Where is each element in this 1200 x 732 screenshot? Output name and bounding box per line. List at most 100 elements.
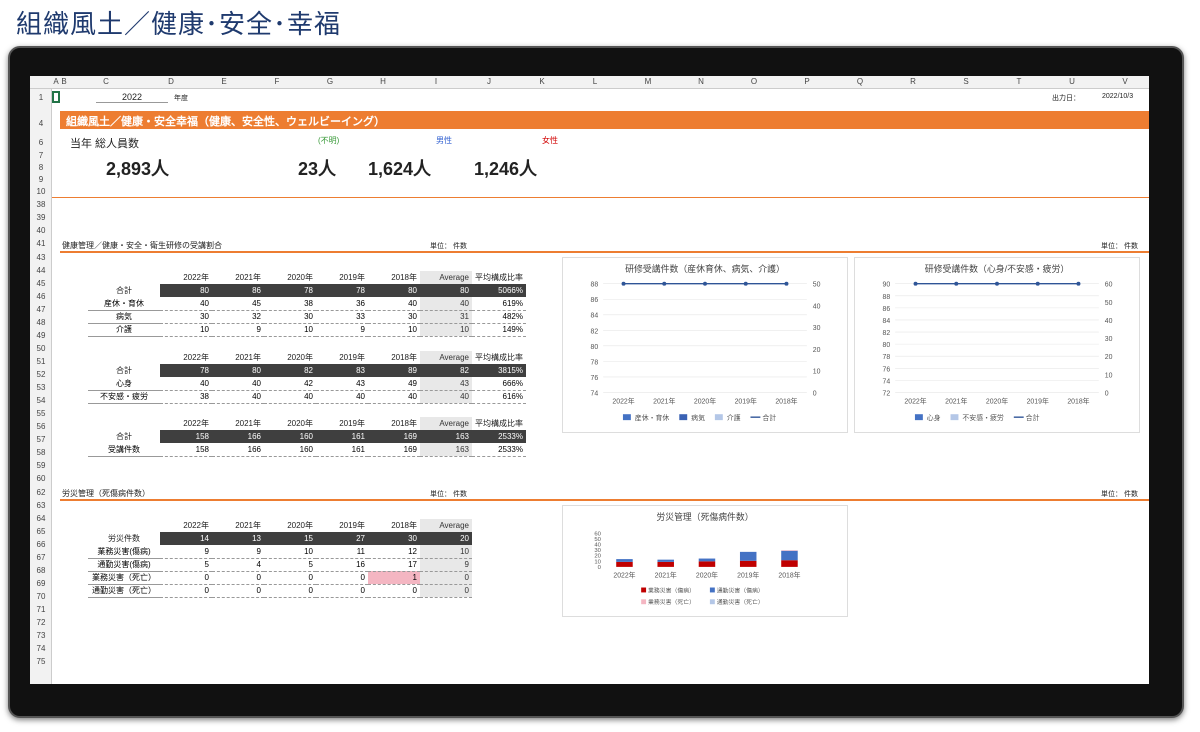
table-cell[interactable]: 0 <box>368 584 420 598</box>
table-cell[interactable]: 158 <box>160 443 212 457</box>
table-cell[interactable]: 163 <box>420 443 472 457</box>
table-cell[interactable]: 32 <box>212 310 264 324</box>
table-cell[interactable]: 83 <box>316 364 368 377</box>
table-cell[interactable]: 36 <box>316 297 368 311</box>
table-cell[interactable]: 40 <box>160 297 212 311</box>
row-header-9[interactable]: 9 <box>30 175 52 184</box>
table-cell[interactable]: 80 <box>160 284 212 297</box>
row-header-43[interactable]: 43 <box>30 253 52 262</box>
table-cell[interactable]: 33 <box>316 310 368 324</box>
table-cell[interactable]: 80 <box>420 284 472 297</box>
table-cell[interactable]: 10 <box>160 323 212 337</box>
table-cell[interactable]: 86 <box>212 284 264 297</box>
selected-cell[interactable] <box>52 91 60 103</box>
table-cell[interactable]: 163 <box>420 430 472 443</box>
table-cell[interactable]: 40 <box>368 297 420 311</box>
table-cell[interactable]: 0 <box>160 571 212 585</box>
table-cell[interactable]: 0 <box>264 584 316 598</box>
row-header-52[interactable]: 52 <box>30 370 52 379</box>
table-cell[interactable]: 43 <box>316 377 368 391</box>
table-cell[interactable]: 12 <box>368 545 420 559</box>
table-cell[interactable]: 89 <box>368 364 420 377</box>
row-header-64[interactable]: 64 <box>30 514 52 523</box>
row-header-39[interactable]: 39 <box>30 213 52 222</box>
table-cell[interactable]: 14 <box>160 532 212 545</box>
table-cell[interactable]: 78 <box>160 364 212 377</box>
table-cell[interactable]: 82 <box>420 364 472 377</box>
table-cell[interactable]: 10 <box>264 545 316 559</box>
table-cell[interactable]: 0 <box>160 584 212 598</box>
table-cell[interactable]: 9 <box>212 323 264 337</box>
row-header-68[interactable]: 68 <box>30 566 52 575</box>
chart-accident[interactable]: 労災管理（死傷病件数） 0 10 20 30 40 50 60 2022年 2021年 2020年 2… <box>562 505 848 617</box>
row-header-63[interactable]: 63 <box>30 501 52 510</box>
column-header-S[interactable]: S <box>940 77 992 86</box>
table-cell[interactable]: 2533% <box>472 430 526 443</box>
column-header-N[interactable]: N <box>674 77 728 86</box>
table-cell[interactable]: 49 <box>368 377 420 391</box>
table-cell[interactable]: 40 <box>212 390 264 404</box>
row-header-67[interactable]: 67 <box>30 553 52 562</box>
table-cell[interactable]: 27 <box>316 532 368 545</box>
table-cell[interactable]: 0 <box>420 571 472 585</box>
row-header-6[interactable]: 6 <box>30 138 52 147</box>
row-header-72[interactable]: 72 <box>30 618 52 627</box>
chart-training-2[interactable]: 研修受講件数（心身/不安感・疲労） 72 74 76 78 80 82 84 86 88 90 0 10… <box>854 257 1140 433</box>
table-cell[interactable]: 40 <box>368 390 420 404</box>
table-cell[interactable]: 161 <box>316 443 368 457</box>
table-cell[interactable]: 20 <box>420 532 472 545</box>
column-header-K[interactable]: K <box>516 77 568 86</box>
table-cell[interactable]: 78 <box>264 284 316 297</box>
table-cell[interactable]: 160 <box>264 443 316 457</box>
column-header-D[interactable]: D <box>144 77 198 86</box>
column-header-Q[interactable]: Q <box>834 77 886 86</box>
table-cell[interactable]: 42 <box>264 377 316 391</box>
row-header-55[interactable]: 55 <box>30 409 52 418</box>
table-cell[interactable]: 30 <box>160 310 212 324</box>
row-header-58[interactable]: 58 <box>30 448 52 457</box>
table-cell[interactable]: 40 <box>420 390 472 404</box>
table-cell[interactable]: 16 <box>316 558 368 572</box>
row-header-69[interactable]: 69 <box>30 579 52 588</box>
row-header-60[interactable]: 60 <box>30 474 52 483</box>
table-cell[interactable]: 82 <box>264 364 316 377</box>
column-header-L[interactable]: L <box>568 77 622 86</box>
table-cell[interactable]: 13 <box>212 532 264 545</box>
table-cell[interactable]: 78 <box>316 284 368 297</box>
table-cell[interactable]: 0 <box>264 571 316 585</box>
row-header-51[interactable]: 51 <box>30 357 52 366</box>
row-header-4[interactable]: 4 <box>30 119 52 128</box>
spreadsheet[interactable]: ABCDEFGHIJKLMNOPQRSTUVW 1467891038394041… <box>30 76 1149 684</box>
table-cell[interactable]: 80 <box>368 284 420 297</box>
table-cell[interactable]: 5 <box>264 558 316 572</box>
table-cell[interactable]: 0 <box>420 584 472 598</box>
row-header-1[interactable]: 1 <box>30 93 52 102</box>
row-header-56[interactable]: 56 <box>30 422 52 431</box>
table-cell[interactable]: 40 <box>420 297 472 311</box>
table-cell[interactable]: 4 <box>212 558 264 572</box>
table-cell[interactable]: 43 <box>420 377 472 391</box>
column-header-F[interactable]: F <box>250 77 304 86</box>
column-header-E[interactable]: E <box>198 77 250 86</box>
table-cell[interactable]: 666% <box>472 377 526 391</box>
row-header-7[interactable]: 7 <box>30 151 52 160</box>
table-cell[interactable]: 30 <box>368 310 420 324</box>
table-cell[interactable]: 0 <box>212 584 264 598</box>
table-cell[interactable]: 158 <box>160 430 212 443</box>
column-header-A[interactable]: A <box>52 77 60 86</box>
row-header-59[interactable]: 59 <box>30 461 52 470</box>
table-cell[interactable]: 30 <box>368 532 420 545</box>
column-header-T[interactable]: T <box>992 77 1046 86</box>
table-cell[interactable]: 17 <box>368 558 420 572</box>
row-header-40[interactable]: 40 <box>30 226 52 235</box>
table-cell[interactable]: 0 <box>316 584 368 598</box>
table-cell[interactable]: 619% <box>472 297 526 311</box>
column-header-B[interactable]: B <box>60 77 68 86</box>
row-header-70[interactable]: 70 <box>30 592 52 601</box>
table-cell[interactable]: 3815% <box>472 364 526 377</box>
column-header-H[interactable]: H <box>356 77 410 86</box>
table-cell[interactable]: 5 <box>160 558 212 572</box>
column-header-V[interactable]: V <box>1098 77 1149 86</box>
table-cell[interactable]: 10 <box>264 323 316 337</box>
table-cell[interactable]: 9 <box>160 545 212 559</box>
